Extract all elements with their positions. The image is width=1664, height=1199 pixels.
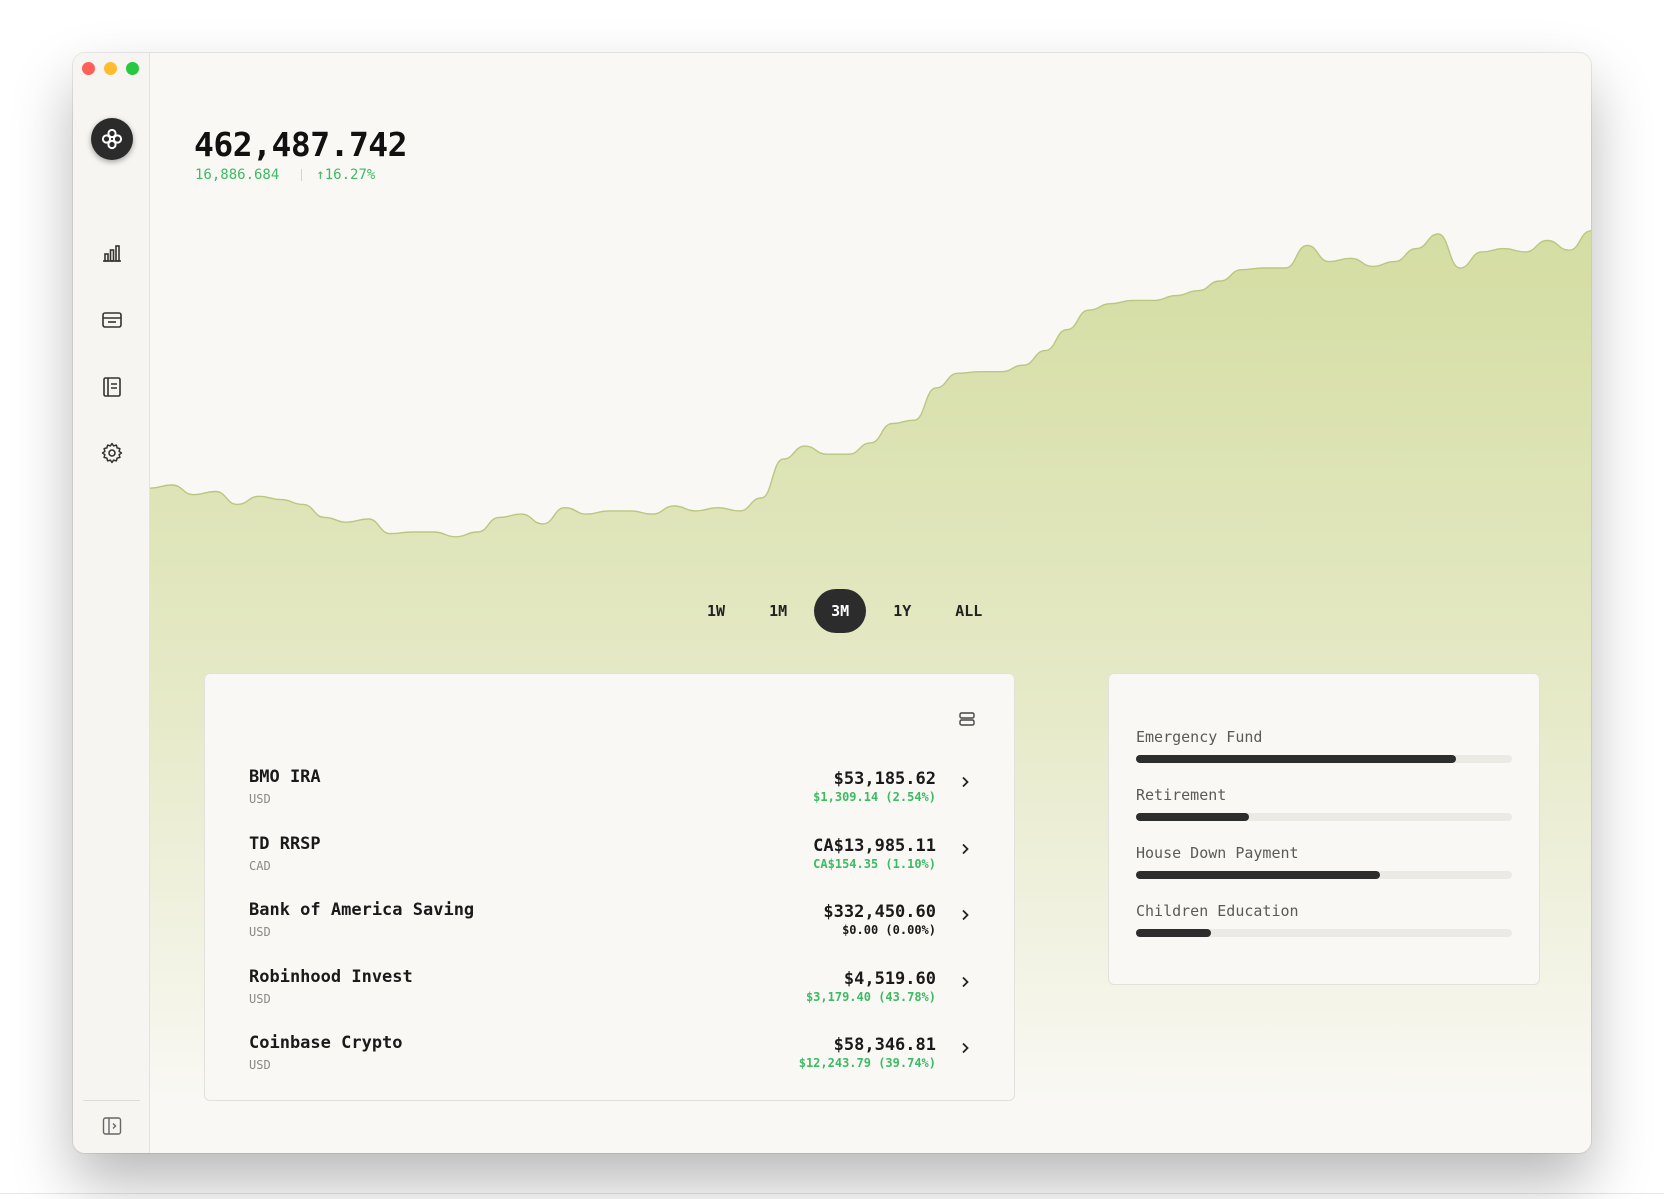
account-row-td-rrsp[interactable]: TD RRSP CAD CA$13,985.11 CA$154.35 (1.10… [249, 834, 976, 890]
account-change: CA$154.35 (1.10%) [813, 857, 936, 871]
account-currency: USD [249, 925, 271, 939]
time-range-selector: 1W 1M 3M 1Y ALL [690, 589, 1009, 633]
account-amount: $332,450.60 [823, 902, 936, 922]
goal-emergency-fund[interactable]: Emergency Fund [1136, 728, 1512, 776]
goal-progress-track [1136, 755, 1512, 763]
change-percent: ↑16.27% [316, 167, 376, 183]
goal-label: Retirement [1136, 786, 1227, 804]
chevron-right-icon[interactable] [958, 908, 972, 922]
account-change: $12,243.79 (39.74%) [798, 1056, 936, 1070]
chevron-right-icon[interactable] [958, 775, 972, 789]
account-row-bank-of-america[interactable]: Bank of America Saving USD $332,450.60 $… [249, 900, 976, 956]
account-amount: $4,519.60 [843, 969, 936, 989]
range-tab-1y[interactable]: 1Y [876, 589, 928, 633]
account-name: Robinhood Invest [249, 967, 413, 987]
chevron-right-icon[interactable] [958, 975, 972, 989]
goal-progress-track [1136, 871, 1512, 879]
sidebar-item-dashboard[interactable] [100, 241, 124, 265]
layers-icon[interactable] [958, 710, 976, 728]
account-name: Bank of America Saving [249, 900, 475, 920]
range-tab-3m[interactable]: 3M [814, 589, 867, 633]
goal-progress-fill [1136, 929, 1212, 937]
account-name: Coinbase Crypto [249, 1033, 403, 1053]
chevron-right-icon[interactable] [958, 842, 972, 856]
gear-icon [101, 442, 123, 464]
app-logo-icon[interactable] [91, 118, 133, 160]
change-amount: 16,886.684 [195, 167, 280, 183]
account-amount: $53,185.62 [833, 769, 936, 789]
account-row-bmo-ira[interactable]: BMO IRA USD $53,185.62 $1,309.14 (2.54%) [249, 767, 976, 823]
bar-chart-icon [103, 245, 121, 262]
goal-progress-fill [1136, 871, 1381, 879]
account-row-robinhood[interactable]: Robinhood Invest USD $4,519.60 $3,179.40… [249, 967, 976, 1023]
account-amount: CA$13,985.11 [813, 836, 936, 856]
account-amount: $58,346.81 [833, 1035, 936, 1055]
account-change: $0.00 (0.00%) [842, 923, 936, 937]
chevron-right-icon[interactable] [958, 1041, 972, 1055]
account-name: BMO IRA [249, 767, 321, 787]
accounts-card: BMO IRA USD $53,185.62 $1,309.14 (2.54%)… [204, 673, 1015, 1101]
account-currency: USD [249, 992, 271, 1006]
sidebar-toggle-icon[interactable] [101, 1115, 123, 1137]
balance-change: 16,886.684 ↑16.27% [195, 167, 375, 183]
range-tab-1m[interactable]: 1M [752, 589, 804, 633]
change-separator [301, 169, 303, 181]
desktop-baseline [0, 1193, 1664, 1194]
goal-house-down-payment[interactable]: House Down Payment [1136, 844, 1512, 892]
goal-progress-track [1136, 929, 1512, 937]
total-balance: 462,487.742 [194, 125, 408, 164]
range-tab-1w[interactable]: 1W [690, 589, 742, 633]
goal-retirement[interactable]: Retirement [1136, 786, 1512, 834]
sidebar-item-settings[interactable] [100, 441, 124, 465]
goal-label: House Down Payment [1136, 844, 1299, 862]
sidebar-item-accounts[interactable] [100, 308, 124, 332]
minimize-window-button[interactable] [104, 62, 117, 75]
app-window: 462,487.742 16,886.684 ↑16.27% 1W 1M 3M … [73, 53, 1591, 1153]
account-name: TD RRSP [249, 834, 321, 854]
account-currency: USD [249, 1058, 271, 1072]
account-row-coinbase[interactable]: Coinbase Crypto USD $58,346.81 $12,243.7… [249, 1033, 976, 1089]
wallet-icon [102, 312, 122, 328]
goal-progress-track [1136, 813, 1512, 821]
account-currency: CAD [249, 859, 271, 873]
sidebar-divider [83, 1100, 140, 1101]
goals-card: Emergency Fund Retirement House Down Pay… [1108, 673, 1540, 985]
range-tab-all[interactable]: ALL [938, 589, 999, 633]
sidebar [73, 53, 150, 1153]
goal-progress-fill [1136, 755, 1456, 763]
goal-label: Children Education [1136, 902, 1299, 920]
goal-label: Emergency Fund [1136, 728, 1263, 746]
goal-progress-fill [1136, 813, 1249, 821]
main-content: 462,487.742 16,886.684 ↑16.27% 1W 1M 3M … [150, 53, 1591, 1153]
close-window-button[interactable] [82, 62, 95, 75]
maximize-window-button[interactable] [126, 62, 139, 75]
goal-children-education[interactable]: Children Education [1136, 902, 1512, 950]
ledger-icon [103, 377, 121, 397]
sidebar-item-reports[interactable] [100, 375, 124, 399]
account-change: $1,309.14 (2.54%) [813, 790, 936, 804]
account-change: $3,179.40 (43.78%) [805, 990, 936, 1004]
account-currency: USD [249, 792, 271, 806]
